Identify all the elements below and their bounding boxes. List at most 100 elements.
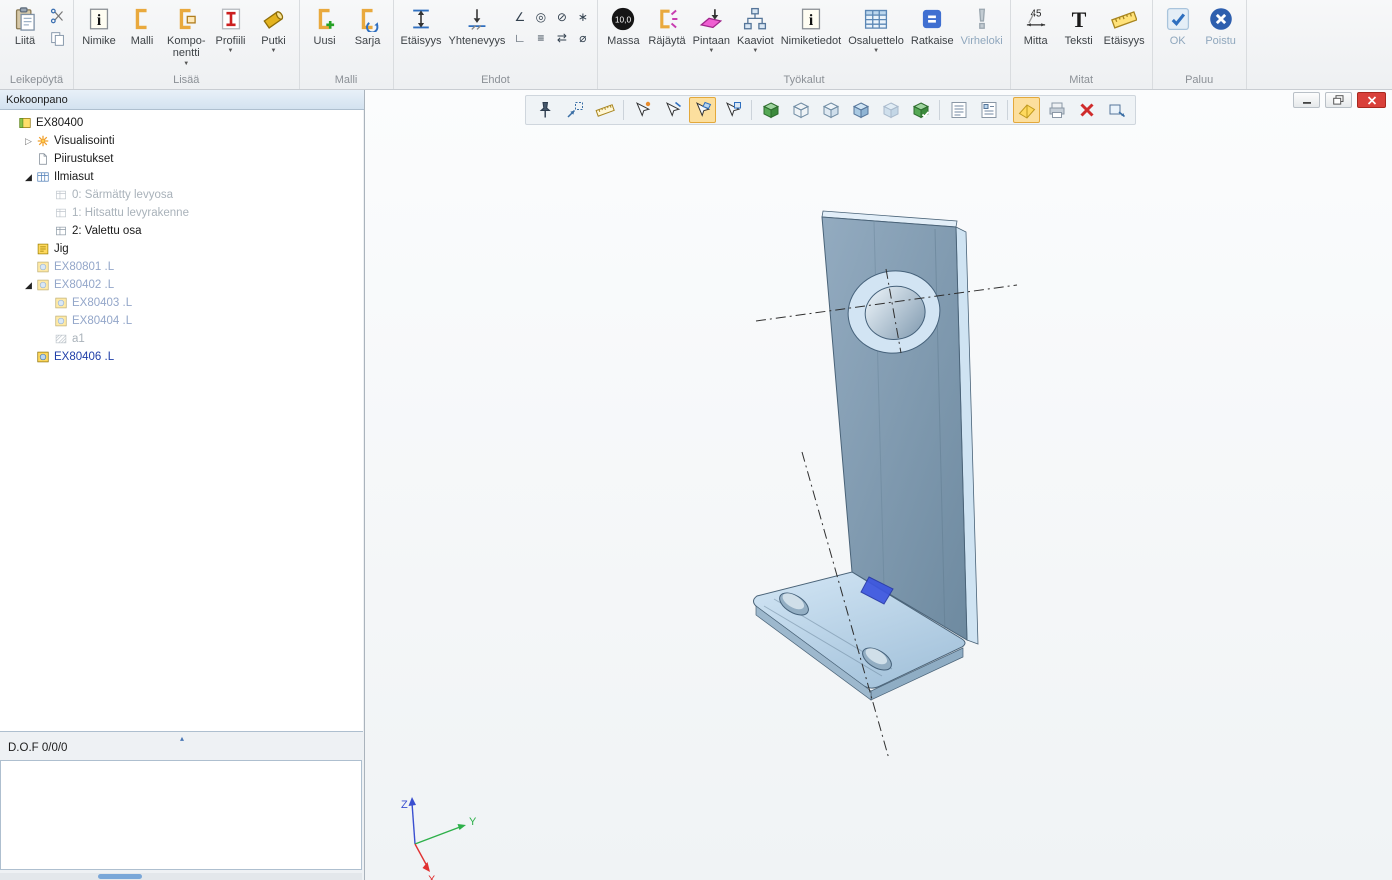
text-t-icon: T (1066, 5, 1092, 33)
cut-button[interactable] (47, 6, 69, 26)
constraint-exclude[interactable]: ⊘ (551, 6, 572, 27)
solve-button[interactable]: Ratkaise (908, 3, 957, 48)
vp-snap-plane[interactable] (689, 97, 716, 123)
ribbon-group-label: Lisää (78, 73, 295, 89)
vp-select-volume[interactable] (719, 97, 746, 123)
vp-part-list[interactable] (975, 97, 1002, 123)
diagrams-button[interactable]: Kaaviot▼ (734, 3, 777, 55)
vp-ghost-box[interactable] (877, 97, 904, 123)
constraint-perpendicular[interactable]: ∟ (509, 27, 530, 48)
vp-shaded-box[interactable] (847, 97, 874, 123)
vp-delete[interactable] (1073, 97, 1100, 123)
item-i-icon: i (86, 5, 112, 33)
part-icon (53, 296, 69, 310)
component-button[interactable]: Kompo- nentti▼ (164, 3, 209, 68)
tree-item-label: a1 (72, 333, 85, 345)
constraint-concentric[interactable]: ◎ (530, 6, 551, 27)
pipe-button[interactable]: Putki▼ (253, 3, 295, 55)
distance-measure-button[interactable]: Etäisyys (1101, 3, 1148, 48)
button-label: Etäisyys (1104, 35, 1145, 47)
restore-button[interactable] (1325, 92, 1352, 108)
tree-item-visualisointi[interactable]: ▷ Visualisointi (0, 132, 363, 150)
tree-item-ex80400[interactable]: EX80400 (0, 114, 363, 132)
model-button[interactable]: Malli (121, 3, 163, 48)
tree-item-1-hitsattu-levyrakenne[interactable]: 1: Hitsattu levyrakenne (0, 204, 363, 222)
part-icon (35, 278, 51, 292)
svg-text:10,0: 10,0 (615, 14, 632, 24)
tree-item-label: Piirustukset (54, 153, 113, 165)
tree-item-a1[interactable]: a1 (0, 330, 363, 348)
parts-list-button[interactable]: Osaluettelo▼ (845, 3, 907, 55)
exit-x-icon (1208, 5, 1234, 33)
vp-print[interactable] (1043, 97, 1070, 123)
mass-button[interactable]: 10,0Massa (602, 3, 644, 48)
copy-button[interactable] (47, 29, 69, 49)
button-label: Mitta (1024, 35, 1048, 47)
profile-button[interactable]: Profiili▼ (210, 3, 252, 55)
tree-item-label: Jig (54, 243, 69, 255)
vp-snap-point[interactable] (629, 97, 656, 123)
distance-constraint-button[interactable]: Etäisyys (398, 3, 445, 48)
part-3d-model[interactable]: Z Y X (365, 90, 1392, 880)
constraint-parallel[interactable]: ≡ (530, 27, 551, 48)
ok-button[interactable]: OK (1157, 3, 1199, 48)
svg-text:i: i (97, 12, 102, 29)
item-info-button[interactable]: iNimiketiedot (778, 3, 845, 48)
error-log-button[interactable]: Virheloki (958, 3, 1006, 48)
ribbon-group-label: Malli (304, 73, 389, 89)
close-button[interactable] (1357, 92, 1386, 108)
button-label: Sarja (355, 35, 381, 47)
tree-item-ex80404-l[interactable]: EX80404 .L (0, 312, 363, 330)
expander-open-icon[interactable]: ◢ (22, 172, 35, 183)
tree-item-ex80402-l[interactable]: ◢EX80402 .L (0, 276, 363, 294)
constraint-tangent[interactable]: ⌀ (572, 27, 593, 48)
constraint-swap[interactable]: ⇄ (551, 27, 572, 48)
new-button[interactable]: Uusi (304, 3, 346, 48)
minimize-button[interactable] (1293, 92, 1320, 108)
vp-feature-list[interactable] (945, 97, 972, 123)
tree-item-label: 1: Hitsattu levyrakenne (72, 207, 189, 219)
paste-button[interactable]: Liitä (4, 3, 46, 48)
horizontal-scrollbar[interactable] (0, 873, 362, 880)
tree-item-ilmiasut[interactable]: ◢ Ilmiasut (0, 168, 363, 186)
tree-item-ex80406-l[interactable]: EX80406 .L (0, 348, 363, 366)
tree-item-label: Visualisointi (54, 135, 115, 147)
tree-item-ex80403-l[interactable]: EX80403 .L (0, 294, 363, 312)
tree-item-2-valettu-osa[interactable]: 2: Valettu osa (0, 222, 363, 240)
item-button[interactable]: iNimike (78, 3, 120, 48)
vp-hidden-box[interactable] (817, 97, 844, 123)
to-surface-button[interactable]: Pintaan▼ (690, 3, 733, 55)
ribbon-group-label: Mitat (1015, 73, 1148, 89)
dimension-button[interactable]: 45Mitta (1015, 3, 1057, 48)
repitem-icon (53, 224, 69, 238)
constraint-angle[interactable]: ∠ (509, 6, 530, 27)
vp-drag-select[interactable] (561, 97, 588, 123)
ribbon-group-0: LiitäLeikepöytä (0, 0, 74, 89)
vp-link-window[interactable] (1103, 97, 1130, 123)
vp-render-plane[interactable] (1013, 97, 1040, 123)
small-button-stack (47, 3, 69, 49)
coincidence-button[interactable]: Yhtenevyys (446, 3, 509, 48)
part-icon (35, 260, 51, 274)
vp-snap-axis[interactable] (659, 97, 686, 123)
sidebar-bottom-panel (0, 760, 362, 870)
tree-item-piirustukset[interactable]: Piirustukset (0, 150, 363, 168)
explode-button[interactable]: Räjäytä (645, 3, 688, 48)
tree-item-ex80801-l[interactable]: EX80801 .L (0, 258, 363, 276)
viewport-3d[interactable]: Z Y X (365, 90, 1392, 880)
exit-button[interactable]: Poistu (1200, 3, 1242, 48)
vp-solid-accept[interactable] (907, 97, 934, 123)
vp-solid-view[interactable] (757, 97, 784, 123)
tree-item-jig[interactable]: Jig (0, 240, 363, 258)
vp-measure[interactable] (591, 97, 618, 123)
tree-item-0-s-rm-tty-levyosa[interactable]: 0: Särmätty levyosa (0, 186, 363, 204)
series-button[interactable]: Sarja (347, 3, 389, 48)
text-button[interactable]: TTeksti (1058, 3, 1100, 48)
expander-open-icon[interactable]: ◢ (22, 280, 35, 291)
scrollbar-thumb[interactable] (98, 874, 142, 879)
vp-wire-box[interactable] (787, 97, 814, 123)
expander-closed-icon[interactable]: ▷ (22, 136, 35, 147)
tree-item-label: Ilmiasut (54, 171, 94, 183)
constraint-symmetry[interactable]: ∗ (572, 6, 593, 27)
vp-pin[interactable] (531, 97, 558, 123)
